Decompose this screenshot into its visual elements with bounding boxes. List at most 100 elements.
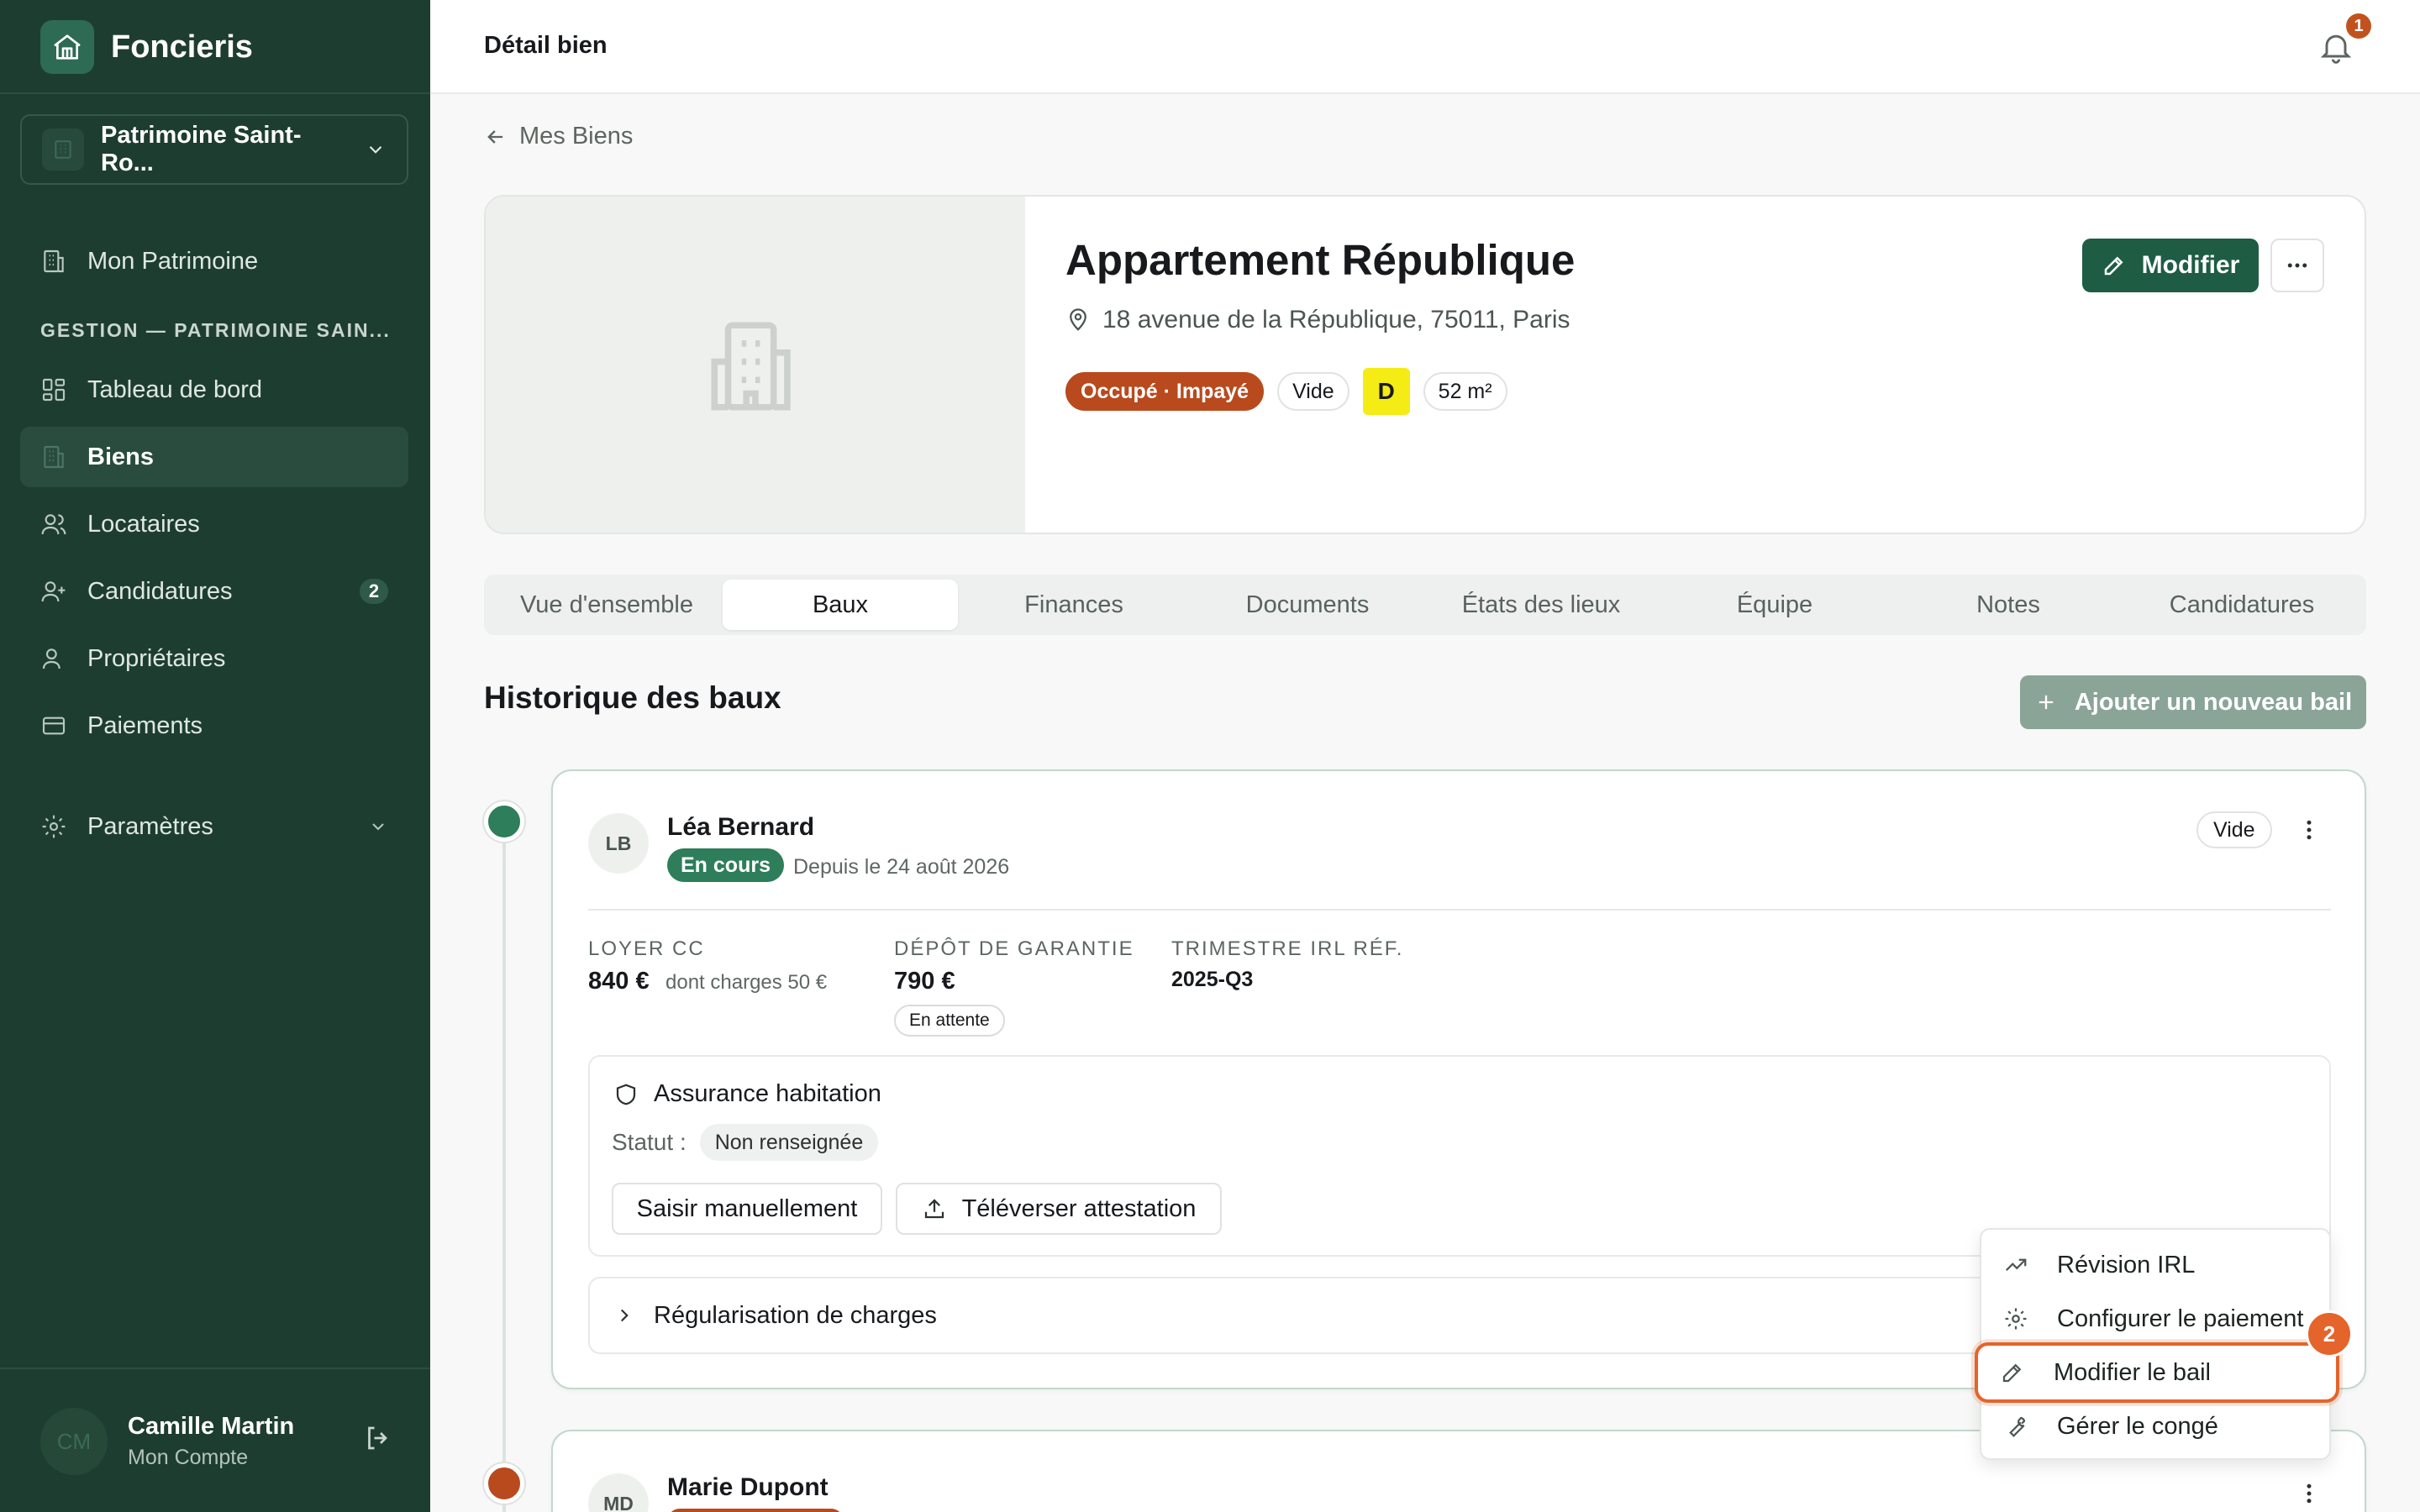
tab-finances[interactable]: Finances [956, 580, 1192, 630]
irl-value: 2025-Q3 [1171, 968, 1254, 991]
sidebar-item-biens[interactable]: Biens [20, 427, 408, 487]
more-options-button[interactable] [2270, 239, 2324, 292]
menu-item-label: Gérer le congé [2057, 1412, 2218, 1440]
portfolio-selector[interactable]: Patrimoine Saint-Ro... [20, 114, 408, 185]
pencil-icon [2000, 1360, 2025, 1385]
edit-property-button[interactable]: Modifier [2082, 239, 2259, 292]
sidebar-item-paiements[interactable]: Paiements [20, 696, 408, 756]
building-icon [42, 129, 84, 171]
avatar: LB [588, 813, 649, 874]
rent-charges: dont charges 50 € [666, 971, 828, 994]
menu-item-label: Modifier le bail [2054, 1358, 2211, 1386]
address-text: 18 avenue de la République, 75011, Paris [1102, 306, 1570, 333]
lease-context-menu: Révision IRL Configurer le paiement Modi… [1975, 1228, 2339, 1460]
trending-up-icon [2003, 1252, 2028, 1278]
insurance-status: Statut : Non renseignée [612, 1124, 879, 1161]
charges-label: Régularisation de charges [654, 1301, 937, 1329]
logout-icon[interactable] [363, 1423, 393, 1453]
sidebar-item-label: Mon Patrimoine [87, 247, 259, 275]
property-title: Appartement République [1065, 236, 1576, 284]
user-icon [40, 645, 67, 672]
upload-icon [922, 1196, 947, 1221]
sidebar-item-mon-patrimoine[interactable]: Mon Patrimoine [20, 231, 408, 291]
tab-equipe[interactable]: Équipe [1657, 580, 1892, 630]
lease-since: Depuis le 24 août 2026 [793, 855, 1010, 879]
lease-status-badge [667, 1509, 844, 1512]
divider [588, 909, 2331, 911]
property-card: Appartement République 18 avenue de la R… [484, 195, 2366, 534]
lease-menu-button[interactable] [2292, 813, 2326, 847]
brand[interactable]: Foncieris [40, 20, 253, 74]
arrow-left-icon [484, 125, 508, 149]
sidebar-divider [0, 1368, 430, 1369]
deposit-value: 790 € [894, 968, 955, 995]
sidebar-item-parametres[interactable]: Paramètres [20, 796, 408, 857]
upload-label: Téléverser attestation [961, 1194, 1197, 1222]
house-logo-icon [40, 20, 94, 74]
app-name: Foncieris [111, 29, 253, 65]
wrench-icon [2003, 1414, 2028, 1439]
property-tabs: Vue d'ensemble Baux Finances Documents É… [484, 575, 2366, 635]
sidebar-item-proprietaires[interactable]: Propriétaires [20, 628, 408, 689]
notification-badge: 1 [2346, 13, 2371, 39]
menu-item-revision-irl[interactable]: Révision IRL [1981, 1238, 2333, 1292]
irl-label: TRIMESTRE IRL RÉF. [1171, 937, 1404, 960]
tab-vue-ensemble[interactable]: Vue d'ensemble [489, 580, 724, 630]
timeline-dot-active [484, 801, 524, 842]
breadcrumb-back-link[interactable]: Mes Biens [484, 123, 633, 150]
add-lease-button[interactable]: Ajouter un nouveau bail [2020, 675, 2366, 729]
menu-item-label: Configurer le paiement [2057, 1305, 2304, 1332]
upload-certificate-button[interactable]: Téléverser attestation [896, 1183, 1222, 1235]
tab-etats-des-lieux[interactable]: États des lieux [1423, 580, 1659, 630]
lease-menu-button[interactable] [2292, 1477, 2326, 1510]
deposit-status-badge: En attente [894, 1005, 1005, 1037]
menu-item-label: Révision IRL [2057, 1251, 2196, 1278]
tab-baux[interactable]: Baux [723, 580, 958, 630]
sidebar-item-label: Paiements [87, 711, 203, 739]
menu-item-modifier-bail[interactable]: Modifier le bail [1975, 1342, 2339, 1403]
sidebar-item-tableau-de-bord[interactable]: Tableau de bord [20, 360, 408, 420]
add-lease-label: Ajouter un nouveau bail [2074, 688, 2353, 716]
tab-notes[interactable]: Notes [1891, 580, 2126, 630]
tenant-name[interactable]: Léa Bernard [667, 813, 814, 842]
sidebar-item-candidatures[interactable]: Candidatures 2 [20, 561, 408, 622]
plus-icon [2034, 690, 2058, 714]
building-placeholder-icon [701, 312, 810, 421]
pencil-icon [2102, 253, 2127, 278]
furnishing-badge: Vide [1277, 372, 1349, 411]
portfolio-label: Patrimoine Saint-Ro... [101, 122, 302, 176]
insurance-title-text: Assurance habitation [654, 1080, 881, 1107]
tab-documents[interactable]: Documents [1190, 580, 1425, 630]
sidebar-item-locataires[interactable]: Locataires [20, 494, 408, 554]
tab-candidatures[interactable]: Candidatures [2124, 580, 2360, 630]
rent-label: LOYER CC [588, 937, 705, 960]
more-vertical-icon [2296, 817, 2322, 843]
dpe-badge: D [1362, 368, 1410, 415]
sidebar-divider [0, 92, 430, 94]
section-title: Historique des baux [484, 680, 781, 715]
avatar: MD [588, 1473, 649, 1512]
manual-entry-button[interactable]: Saisir manuellement [612, 1183, 882, 1235]
building-icon [40, 248, 67, 275]
insurance-status-badge: Non renseignée [699, 1124, 879, 1161]
rent-value: 840 € [588, 968, 650, 995]
user-account[interactable]: CM Camille Martin Mon Compte [40, 1404, 393, 1478]
sidebar-item-label: Biens [87, 443, 154, 470]
gear-icon [2003, 1306, 2028, 1331]
surface-badge: 52 m² [1423, 372, 1507, 411]
deposit-label: DÉPÔT DE GARANTIE [894, 937, 1134, 960]
more-vertical-icon [2296, 1481, 2322, 1506]
sidebar-item-label: Candidatures [87, 577, 233, 605]
section-header: GESTION — PATRIMOINE SAIN... [40, 319, 391, 341]
sidebar-item-label: Tableau de bord [87, 375, 262, 403]
chevron-right-icon [613, 1305, 635, 1326]
insurance-title: Assurance habitation [613, 1080, 881, 1108]
timeline-line [502, 823, 506, 1512]
user-subtitle: Mon Compte [128, 1446, 249, 1469]
timeline-dot-past [484, 1463, 524, 1504]
sidebar-item-label: Locataires [87, 510, 200, 538]
menu-item-configurer-paiement[interactable]: Configurer le paiement [1981, 1292, 2333, 1346]
menu-item-gerer-conge[interactable]: Gérer le congé [1981, 1399, 2333, 1453]
tenant-name[interactable]: Marie Dupont [667, 1473, 829, 1502]
top-bar: Détail bien 1 [430, 0, 2420, 94]
